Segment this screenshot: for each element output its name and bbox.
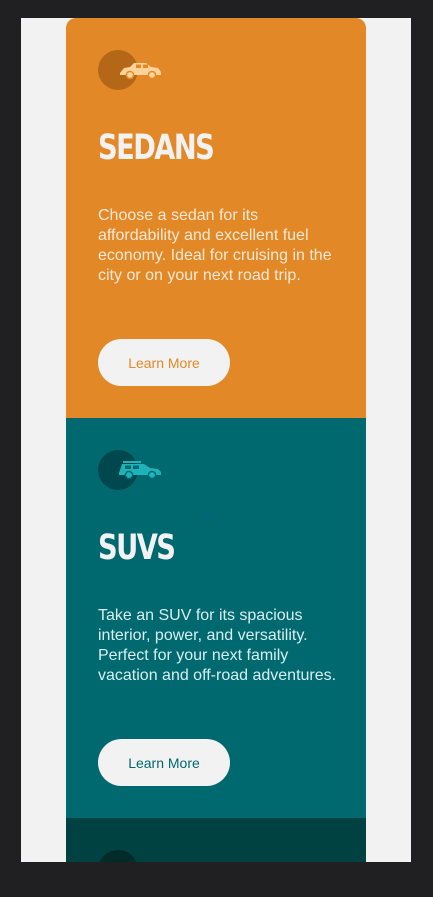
card-description: Choose a sedan for its affordability and… [98,207,332,284]
icon-circle [98,850,138,862]
suvs-card: SUVS Take an SUV for its spacious interi… [66,418,366,818]
sedan-car-icon [120,63,161,80]
card-title: SEDANS [98,128,215,168]
sedan-icon [98,50,170,90]
learn-more-button[interactable]: Learn More [98,339,230,386]
sedans-card: SEDANS Choose a sedan for its affordabil… [66,18,366,418]
card-description: Take an SUV for its spacious interior, p… [98,607,337,684]
car-cards: SEDANS Choose a sedan for its affordabil… [66,18,366,862]
learn-more-button[interactable]: Learn More [98,739,230,786]
luxury-car-icon [98,850,170,862]
card-title: SUVS [98,528,176,568]
dot-mark [207,514,209,516]
suv-icon [98,450,209,516]
page: SEDANS Choose a sedan for its affordabil… [21,18,411,862]
suv-car-icon [119,461,161,480]
luxury-card [66,818,366,862]
